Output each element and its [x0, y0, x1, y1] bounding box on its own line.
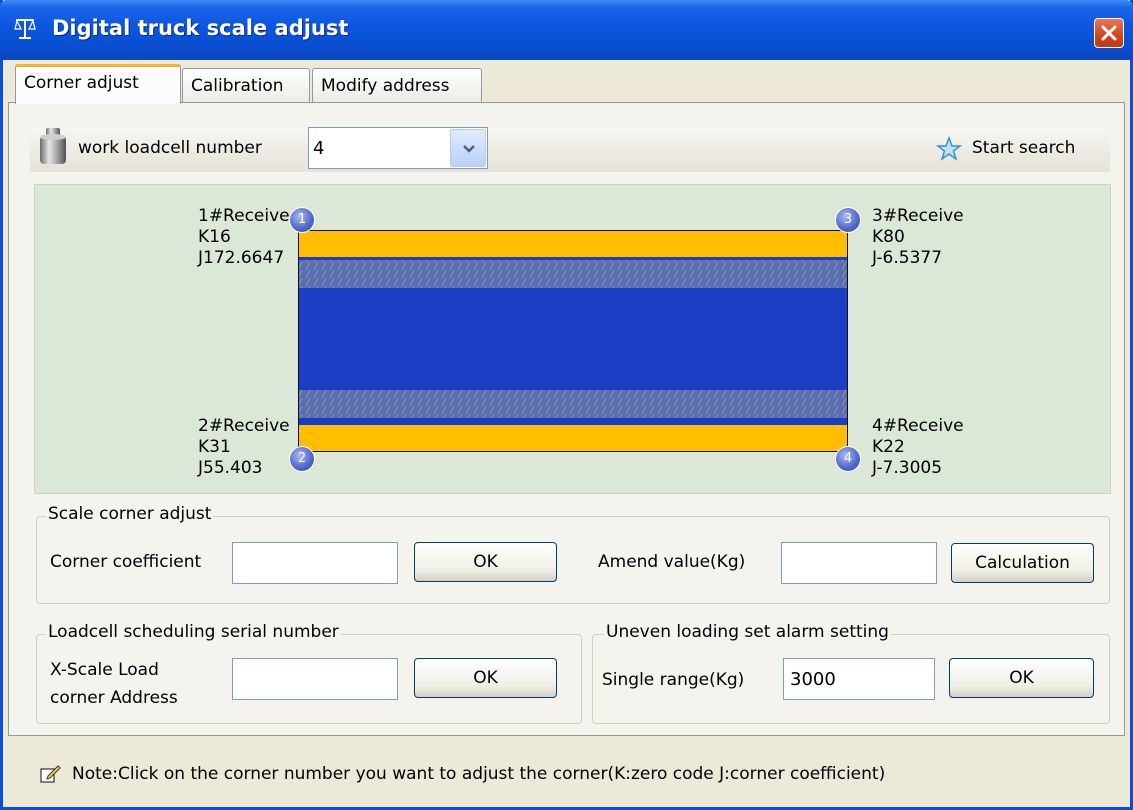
corner-3-button[interactable]: 3: [835, 207, 861, 233]
corner-4-k: K22: [872, 437, 905, 457]
single-range-input[interactable]: 3000: [783, 658, 935, 700]
tab-corner-adjust[interactable]: Corner adjust: [15, 64, 181, 104]
corner-2-k: K31: [198, 437, 231, 457]
corner-1-info: 1#Receive K16 J172.6647: [198, 206, 290, 269]
single-range-ok-button[interactable]: OK: [949, 658, 1094, 698]
corner-address-ok-button[interactable]: OK: [414, 658, 557, 698]
amend-value-label: Amend value(Kg): [598, 552, 746, 572]
window-title: Digital truck scale adjust: [52, 16, 349, 40]
tab-strip: Corner adjust Calibration Modify address: [3, 64, 1130, 104]
corner-coefficient-label: Corner coefficient: [50, 552, 202, 572]
edit-note-icon: [40, 765, 61, 783]
dropdown-button[interactable]: [450, 129, 486, 167]
star-icon: [936, 136, 962, 161]
corner-4-j: J-7.3005: [872, 458, 943, 478]
corner-4-receive: 4#Receive: [872, 416, 964, 436]
corner-1-j: J172.6647: [198, 248, 285, 268]
address-label-line2: corner Address: [50, 688, 178, 708]
corner-1-k: K16: [198, 227, 231, 247]
corner-3-k: K80: [872, 227, 905, 247]
close-button[interactable]: [1094, 18, 1124, 48]
corner-3-receive: 3#Receive: [872, 206, 964, 226]
tab-calibration[interactable]: Calibration: [182, 68, 310, 102]
corner-coefficient-ok-button[interactable]: OK: [414, 542, 557, 582]
start-search-label: Start search: [972, 138, 1076, 158]
loadcell-icon: [40, 128, 66, 164]
corner-4-button[interactable]: 4: [835, 446, 861, 472]
corner-4-info: 4#Receive K22 J-7.3005: [872, 416, 964, 479]
tab-modify-address[interactable]: Modify address: [312, 68, 482, 102]
corner-1-receive: 1#Receive: [198, 206, 290, 226]
scale-corner-adjust-legend: Scale corner adjust: [46, 504, 214, 524]
close-icon: [1101, 25, 1117, 41]
truck-scale-platform: [298, 230, 848, 452]
calculation-button[interactable]: Calculation: [951, 543, 1094, 583]
corner-coefficient-input[interactable]: [232, 542, 398, 584]
loadcell-scheduling-legend: Loadcell scheduling serial number: [46, 622, 341, 642]
address-label-line1: X-Scale Load: [50, 660, 159, 680]
loadcell-number-label: work loadcell number: [78, 138, 262, 158]
chevron-down-icon: [463, 145, 475, 153]
corner-1-button[interactable]: 1: [289, 207, 315, 233]
loadcell-number-select[interactable]: 4: [308, 127, 488, 169]
note-text: Note:Click on the corner number you want…: [72, 764, 886, 784]
scale-app-icon: [14, 19, 36, 39]
loadcell-number-value: 4: [313, 138, 325, 159]
title-bar[interactable]: Digital truck scale adjust: [0, 0, 1133, 60]
corner-2-button[interactable]: 2: [289, 446, 315, 472]
corner-2-j: J55.403: [198, 458, 263, 478]
corner-3-info: 3#Receive K80 J-6.5377: [872, 206, 964, 269]
corner-address-input[interactable]: [232, 658, 398, 700]
amend-value-input[interactable]: [781, 542, 937, 584]
single-range-label: Single range(Kg): [602, 670, 745, 690]
uneven-loading-legend: Uneven loading set alarm setting: [604, 622, 891, 642]
corner-3-j: J-6.5377: [872, 248, 943, 268]
corner-2-info: 2#Receive K31 J55.403: [198, 416, 290, 479]
corner-2-receive: 2#Receive: [198, 416, 290, 436]
